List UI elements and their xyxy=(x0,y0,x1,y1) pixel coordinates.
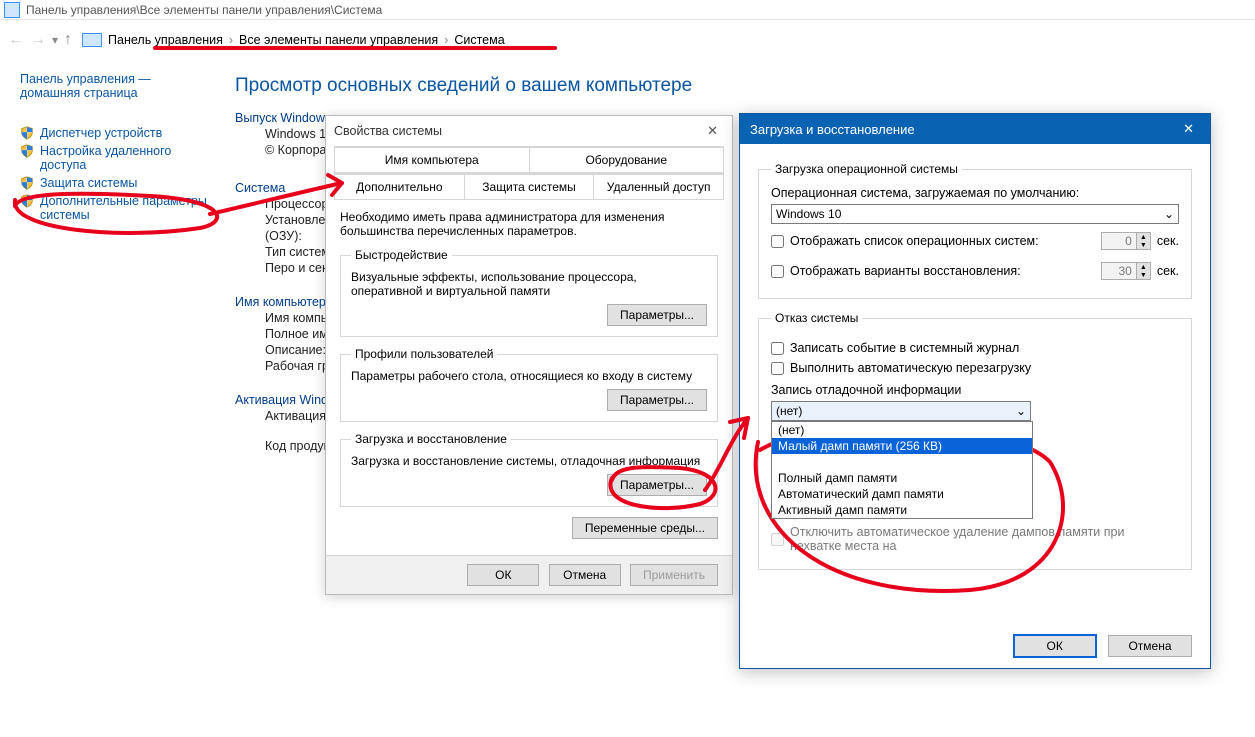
dump-option[interactable]: Автоматический дамп памяти xyxy=(772,486,1032,502)
dialog1-close-button[interactable]: ✕ xyxy=(701,121,724,141)
shield-icon xyxy=(20,176,34,190)
dump-option[interactable]: Активный дамп памяти xyxy=(772,502,1032,518)
tab-protection[interactable]: Защита системы xyxy=(465,174,595,200)
dump-select[interactable]: (нет) ⌄ xyxy=(771,401,1031,421)
crumb-3[interactable]: Система xyxy=(454,33,504,47)
breadcrumb[interactable]: Панель управления› Все элементы панели у… xyxy=(108,33,505,47)
crumb-1[interactable]: Панель управления xyxy=(108,33,223,47)
dialog1-cancel-button[interactable]: Отмена xyxy=(549,564,621,586)
dump-option[interactable]: (нет) xyxy=(772,422,1032,438)
dialog2-close-button[interactable]: ✕ xyxy=(1177,119,1200,139)
up-button[interactable]: ↑ xyxy=(64,31,72,49)
shield-icon xyxy=(20,126,34,140)
checkbox-auto-delete-dump xyxy=(771,533,784,546)
perf-settings-button[interactable]: Параметры... xyxy=(607,304,707,326)
dump-dropdown[interactable]: (нет)Малый дамп памяти (256 КВ) Полный д… xyxy=(771,421,1033,519)
dialog2-title: Загрузка и восстановление xyxy=(750,122,915,137)
sidebar-item-1[interactable]: Настройка удаленного доступа xyxy=(20,144,210,172)
checkbox-write-log[interactable] xyxy=(771,342,784,355)
dialog1-ok-button[interactable]: ОК xyxy=(467,564,539,586)
startup-settings-button[interactable]: Параметры... xyxy=(607,474,707,496)
admin-note: Необходимо иметь права администратора дл… xyxy=(340,210,718,238)
profiles-settings-button[interactable]: Параметры... xyxy=(607,389,707,411)
dump-option[interactable]: Полный дамп памяти xyxy=(772,470,1032,486)
navbar: ← → ▾ ↑ Панель управления› Все элементы … xyxy=(0,20,1255,60)
dialog2-ok-button[interactable]: ОК xyxy=(1013,634,1097,658)
back-button[interactable]: ← xyxy=(8,31,24,49)
page-heading: Просмотр основных сведений о вашем компь… xyxy=(235,75,1245,97)
dump-option[interactable]: Малый дамп памяти (256 КВ) xyxy=(772,438,1032,454)
sidebar: Панель управления — домашняя страница Ди… xyxy=(20,72,210,226)
sidebar-home[interactable]: Панель управления — домашняя страница xyxy=(20,72,210,100)
checkbox-show-os-list[interactable] xyxy=(771,235,784,248)
shield-icon xyxy=(20,144,34,158)
window-titlebar: Панель управления\Все элементы панели уп… xyxy=(0,0,1255,20)
shield-icon xyxy=(20,194,34,208)
window-title: Панель управления\Все элементы панели уп… xyxy=(26,3,382,17)
default-os-label: Операционная система, загружаемая по умо… xyxy=(771,186,1179,200)
group-startup-recovery: Загрузка и восстановление Загрузка и вос… xyxy=(340,432,718,507)
dialog1-apply-button[interactable]: Применить xyxy=(630,564,718,586)
tab-advanced[interactable]: Дополнительно xyxy=(334,174,465,200)
dialog-startup-recovery: Загрузка и восстановление ✕ Загрузка опе… xyxy=(739,113,1211,669)
chevron-down-icon: ⌄ xyxy=(1016,404,1026,418)
group-profiles: Профили пользователей Параметры рабочего… xyxy=(340,347,718,422)
dump-label: Запись отладочной информации xyxy=(771,383,1179,397)
forward-button[interactable]: → xyxy=(30,31,46,49)
dump-option[interactable] xyxy=(772,454,1032,470)
dialog1-title: Свойства системы xyxy=(334,124,442,138)
tab-remote[interactable]: Удаленный доступ xyxy=(594,174,724,200)
system-icon xyxy=(4,2,20,18)
group-performance: Быстродействие Визуальные эффекты, испол… xyxy=(340,248,718,337)
os-list-spin[interactable]: ▲▼ xyxy=(1101,232,1151,250)
group-system-startup: Загрузка операционной системы Операционн… xyxy=(758,162,1192,299)
monitor-icon xyxy=(82,33,102,47)
group-system-failure: Отказ системы Записать событие в системн… xyxy=(758,311,1192,570)
crumb-2[interactable]: Все элементы панели управления xyxy=(239,33,438,47)
checkbox-show-recovery[interactable] xyxy=(771,265,784,278)
env-vars-button[interactable]: Переменные среды... xyxy=(572,517,718,539)
sidebar-item-0[interactable]: Диспетчер устройств xyxy=(20,126,210,140)
checkbox-auto-restart[interactable] xyxy=(771,362,784,375)
dialog-system-properties: Свойства системы ✕ Имя компьютера Оборуд… xyxy=(325,115,733,595)
chevron-down-icon: ⌄ xyxy=(1164,207,1174,221)
nav-arrows: ← → ▾ ↑ xyxy=(8,31,72,49)
default-os-select[interactable]: Windows 10 ⌄ xyxy=(771,204,1179,224)
dialog2-cancel-button[interactable]: Отмена xyxy=(1108,635,1192,657)
tab-computer-name[interactable]: Имя компьютера xyxy=(334,147,530,173)
sidebar-item-3[interactable]: Дополнительные параметры системы xyxy=(20,194,210,222)
tab-hardware[interactable]: Оборудование xyxy=(530,147,725,173)
recovery-spin[interactable]: ▲▼ xyxy=(1101,262,1151,280)
sidebar-item-2[interactable]: Защита системы xyxy=(20,176,210,190)
